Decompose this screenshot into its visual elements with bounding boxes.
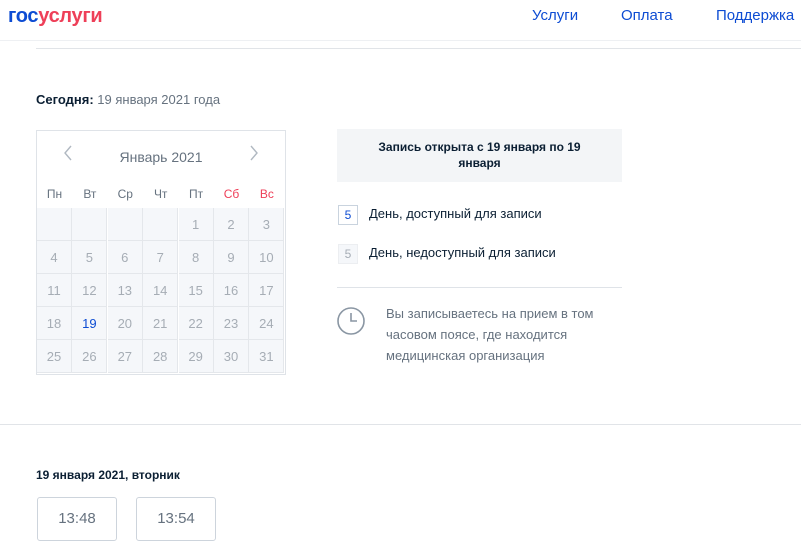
today-label: Сегодня: [36, 92, 94, 107]
time-slot-button[interactable]: 13:54 [136, 497, 216, 541]
calendar-day: 1 [178, 208, 214, 241]
calendar-day: 20 [107, 307, 143, 340]
calendar-day: 10 [249, 241, 285, 274]
calendar-grid: 1 2 3 4 5 6 7 8 9 10 11 12 13 14 15 16 17 18 19 20 21 22 23 24 2… [37, 208, 285, 374]
weekday-label: Сб [223, 187, 240, 201]
legend-available-sample: 5 [338, 205, 358, 225]
weekday-label: Вс [259, 187, 274, 201]
calendar-day: 30 [214, 340, 249, 373]
calendar-day: 3 [249, 208, 285, 241]
nav-link-services[interactable]: Услуги [532, 6, 578, 26]
legend-divider [337, 287, 622, 288]
clock-icon [336, 306, 366, 336]
calendar-month-title: Январь 2021 [119, 149, 203, 165]
calendar-day: 13 [107, 274, 143, 307]
weekday-label: Ср [117, 187, 133, 201]
calendar-day: 2 [214, 208, 249, 241]
today-line: Сегодня: 19 января 2021 года [36, 92, 220, 108]
timezone-note: Вы записываетесь на прием в том часовом … [386, 306, 594, 363]
calendar-day: 8 [178, 241, 214, 274]
calendar-day: 6 [107, 241, 143, 274]
calendar-day: 31 [249, 340, 285, 373]
calendar-day: 15 [178, 274, 214, 307]
legend-available-text: День, доступный для записи [369, 206, 542, 221]
weekday-label: Пн [46, 187, 63, 201]
today-value: 19 января 2021 года [97, 92, 221, 107]
weekday-label: Вт [83, 187, 97, 201]
calendar-day: 16 [214, 274, 249, 307]
section-divider [0, 424, 801, 425]
legend-unavailable-text: День, недоступный для записи [369, 245, 556, 260]
calendar-day-empty [107, 208, 143, 241]
calendar-day: 26 [72, 340, 108, 373]
calendar-day: 27 [107, 340, 143, 373]
header-divider [0, 40, 801, 41]
nav-link-payment[interactable]: Оплата [621, 6, 673, 26]
calendar-day: 18 [37, 307, 72, 340]
chevron-right-icon[interactable] [249, 145, 259, 166]
calendar-day: 12 [72, 274, 108, 307]
calendar: Январь 2021 Пн Вт Ср Чт Пт Сб Вс 1 2 3 4 5 6 7 8 9 10 11… [36, 130, 286, 375]
calendar-day: 28 [143, 340, 179, 373]
calendar-day-empty [143, 208, 179, 241]
top-divider [36, 48, 801, 49]
calendar-day: 23 [214, 307, 249, 340]
calendar-day: 25 [37, 340, 72, 373]
gosuslugi-logo[interactable]: госуслуги [8, 4, 103, 28]
calendar-day: 11 [37, 274, 72, 307]
calendar-day: 17 [249, 274, 285, 307]
calendar-day: 14 [143, 274, 179, 307]
slot-date-title: 19 января 2021, вторник [36, 468, 180, 482]
calendar-day-empty [72, 208, 108, 241]
calendar-day-available[interactable]: 19 [72, 307, 108, 340]
calendar-header: Январь 2021 [37, 131, 285, 183]
legend-unavailable-sample: 5 [338, 244, 358, 264]
calendar-day: 9 [214, 241, 249, 274]
calendar-day: 22 [178, 307, 214, 340]
calendar-day: 24 [249, 307, 285, 340]
calendar-day: 5 [72, 241, 108, 274]
booking-window-notice: Запись открыта с 19 января по 19 января [337, 129, 622, 182]
calendar-day: 29 [178, 340, 214, 373]
weekday-label: Чт [153, 187, 168, 201]
calendar-day: 21 [143, 307, 179, 340]
weekday-label: Пт [189, 187, 204, 201]
calendar-day-empty [37, 208, 72, 241]
time-slot-button[interactable]: 13:48 [37, 497, 117, 541]
calendar-day: 7 [143, 241, 179, 274]
nav-link-support[interactable]: Поддержка [716, 6, 794, 26]
calendar-day: 4 [37, 241, 72, 274]
